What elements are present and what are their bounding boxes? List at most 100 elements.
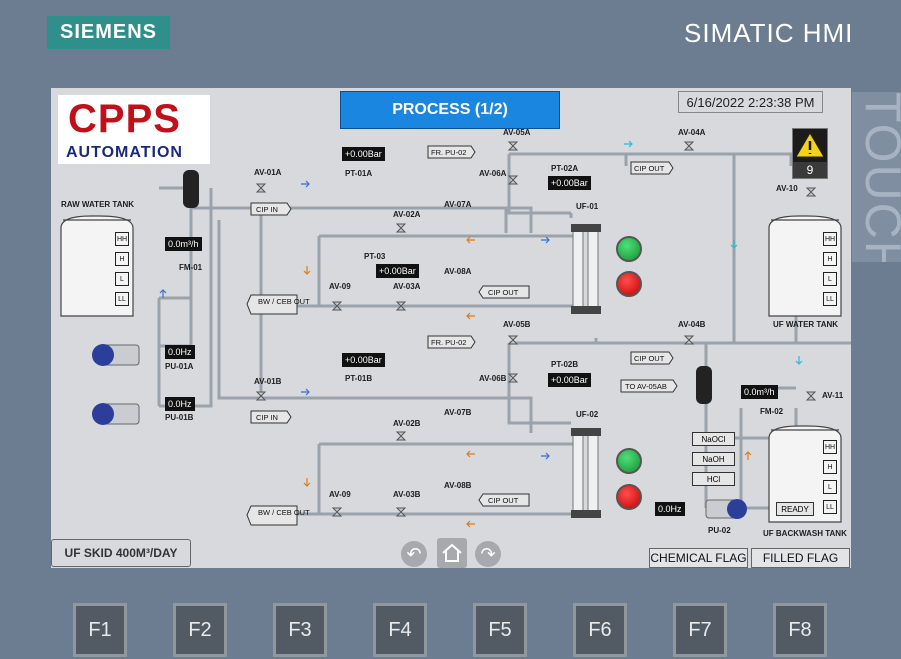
valve-av06a-label[interactable]: AV-06A	[479, 169, 506, 178]
to-av05ab-tag: TO AV-05AB	[625, 382, 667, 391]
pt02b-value: +0.00Bar	[548, 373, 591, 387]
pu01a-label[interactable]: PU-01A	[165, 362, 193, 371]
touch-label: TOUCH	[852, 92, 901, 262]
bw-level-l: L	[823, 480, 837, 494]
function-key-f1[interactable]: F1	[73, 603, 127, 657]
datetime-display: 6/16/2022 2:23:38 PM	[678, 91, 823, 113]
uf01-start-button[interactable]	[616, 236, 642, 262]
chemical-flag-button[interactable]: CHEMICAL FLAG	[649, 548, 748, 568]
valve-av03b-label[interactable]: AV-03B	[393, 490, 420, 499]
cip-out-b2-tag: CIP OUT	[488, 496, 519, 505]
pu01b-value: 0.0Hz	[165, 397, 195, 411]
uf01-module	[571, 224, 601, 314]
valve-av01b-label[interactable]: AV-01B	[254, 377, 281, 386]
warning-icon	[795, 132, 825, 158]
pump-pu02	[705, 499, 747, 519]
valve-av10-label[interactable]: AV-10	[776, 184, 798, 193]
valve-av09-label[interactable]: AV-09	[329, 282, 351, 291]
hmi-screen: CPPS AUTOMATION PROCESS (1/2) 6/16/2022 …	[51, 88, 851, 568]
valve-av11-label[interactable]: AV-11	[822, 391, 843, 400]
fm02-label: FM-02	[760, 407, 784, 416]
uf-level-l: L	[823, 272, 837, 286]
valve-av04b-label[interactable]: AV-04B	[678, 320, 705, 329]
uf02-stop-button[interactable]	[616, 484, 642, 510]
valve-av06b-label[interactable]: AV-06B	[479, 374, 506, 383]
pu02-label[interactable]: PU-02	[708, 526, 731, 535]
raw-level-hh: HH	[115, 232, 129, 246]
forward-arrow-icon[interactable]: ↷	[475, 541, 501, 567]
home-icon[interactable]	[437, 538, 467, 568]
pu02-value: 0.0Hz	[655, 502, 685, 516]
pu01b-label[interactable]: PU-01B	[165, 413, 193, 422]
bw-level-hh: HH	[823, 440, 837, 454]
valve-av05b-label[interactable]: AV-05B	[503, 320, 530, 329]
back-arrow-icon[interactable]: ↶	[401, 541, 427, 567]
ready-status: READY	[776, 502, 814, 516]
strainer-a	[183, 170, 199, 208]
valve-av02a-label[interactable]: AV-02A	[393, 210, 420, 219]
valve-av02b-label[interactable]: AV-02B	[393, 419, 420, 428]
uf02-label: UF-02	[576, 410, 599, 419]
valve-av07a-label[interactable]: AV-07A	[444, 200, 471, 209]
cpps-logo: CPPS AUTOMATION	[58, 95, 210, 164]
pt03-value: +0.00Bar	[376, 264, 419, 278]
bw-level-ll: LL	[823, 500, 837, 514]
pt03-label: PT-03	[364, 252, 386, 261]
raw-level-h: H	[115, 252, 129, 266]
bw-ceb-out-a-tag: BW / CEB OUT	[258, 297, 310, 306]
function-key-f5[interactable]: F5	[473, 603, 527, 657]
pt01a-value: +0.00Bar	[342, 147, 385, 161]
pt02a-value: +0.00Bar	[548, 176, 591, 190]
valve-av04a-label[interactable]: AV-04A	[678, 128, 705, 137]
pt02b-label: PT-02B	[551, 360, 579, 369]
alarm-count: 9	[793, 162, 827, 178]
fm02-value: 0.0m³/h	[741, 385, 778, 399]
naocl-chemical[interactable]: NaOCl	[692, 432, 735, 446]
valve-av09b-label[interactable]: AV-09	[329, 490, 351, 499]
alarm-indicator[interactable]: 9	[792, 128, 828, 179]
uf-level-hh: HH	[823, 232, 837, 246]
function-key-f6[interactable]: F6	[573, 603, 627, 657]
bw-level-h: H	[823, 460, 837, 474]
naoh-chemical[interactable]: NaOH	[692, 452, 735, 466]
valve-av03a-label[interactable]: AV-03A	[393, 282, 420, 291]
pump-pu01b	[92, 403, 140, 425]
raw-level-l: L	[115, 272, 129, 286]
fm01-label: FM-01	[179, 263, 203, 272]
strainer-b	[696, 366, 712, 404]
raw-level-ll: LL	[115, 292, 129, 306]
function-key-f8[interactable]: F8	[773, 603, 827, 657]
cip-in-b-tag: CIP IN	[256, 413, 278, 422]
cip-out-a2-tag: CIP OUT	[488, 288, 519, 297]
fr-pu02-b-tag: FR. PU-02	[431, 338, 467, 347]
skid-label: UF SKID 400M³/DAY	[51, 539, 191, 567]
uf01-stop-button[interactable]	[616, 271, 642, 297]
cip-out-a-tag: CIP OUT	[634, 164, 665, 173]
bw-ceb-out-b-tag: BW / CEB OUT	[258, 508, 310, 517]
uf-level-h: H	[823, 252, 837, 266]
function-key-f2[interactable]: F2	[173, 603, 227, 657]
valve-av01a-label[interactable]: AV-01A	[254, 168, 281, 177]
function-key-f3[interactable]: F3	[273, 603, 327, 657]
uf02-start-button[interactable]	[616, 448, 642, 474]
raw-water-tank-label: RAW WATER TANK	[61, 200, 135, 209]
siemens-logo: SIEMENS	[47, 16, 170, 49]
uf-water-tank-label: UF WATER TANK	[773, 320, 839, 329]
valve-av08a-label[interactable]: AV-08A	[444, 267, 471, 276]
uf01-label: UF-01	[576, 202, 599, 211]
fr-pu02-a-tag: FR. PU-02	[431, 148, 467, 157]
function-key-f7[interactable]: F7	[673, 603, 727, 657]
hcl-chemical[interactable]: HCl	[692, 472, 735, 486]
uf-backwash-tank-label: UF BACKWASH TANK	[763, 529, 847, 538]
valve-av05a-label[interactable]: AV-05A	[503, 128, 530, 137]
valve-av08b-label[interactable]: AV-08B	[444, 481, 471, 490]
fm01-value: 0.0m³/h	[165, 237, 202, 251]
valve-av07b-label[interactable]: AV-07B	[444, 408, 471, 417]
pt01a-label: PT-01A	[345, 169, 373, 178]
pu01a-value: 0.0Hz	[165, 345, 195, 359]
page-title-button[interactable]: PROCESS (1/2)	[340, 91, 560, 129]
pump-pu01a	[92, 344, 140, 366]
filled-flag-button[interactable]: FILLED FLAG	[751, 548, 850, 568]
function-key-f4[interactable]: F4	[373, 603, 427, 657]
pt01b-value: +0.00Bar	[342, 353, 385, 367]
